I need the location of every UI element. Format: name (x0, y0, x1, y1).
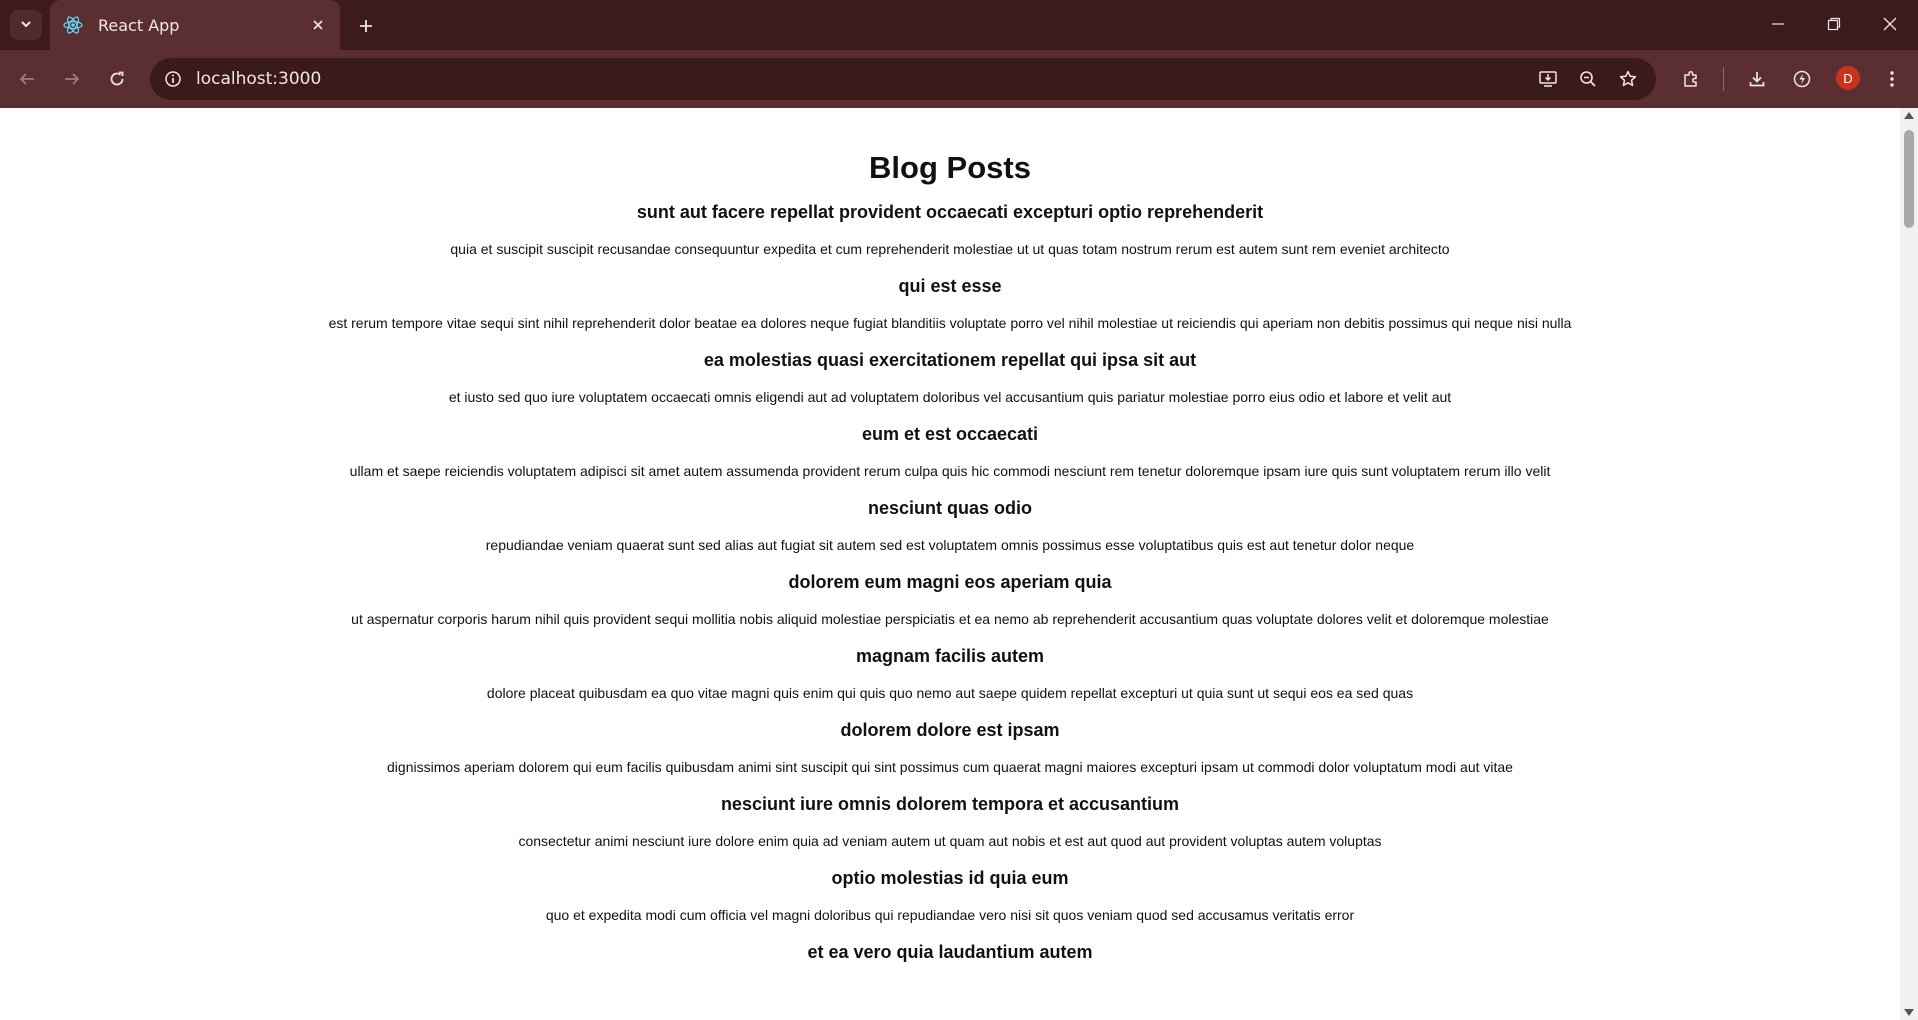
blog-post: eum et est occaecati ullam et saepe reici… (0, 423, 1900, 480)
scroll-thumb[interactable] (1904, 130, 1914, 228)
zoom-out-icon[interactable] (1575, 66, 1601, 92)
scroll-up-arrow[interactable] (1904, 112, 1914, 119)
post-title: sunt aut facere repellat provident occae… (636, 202, 1264, 222)
blog-post: et ea vero quia laudantium autem (0, 941, 1900, 963)
puzzle-icon (1684, 70, 1697, 87)
post-body: ut aspernatur corporis harum nihil quis … (351, 611, 1549, 627)
post-list: sunt aut facere repellat provident occae… (0, 201, 1900, 963)
tab-close-button[interactable] (306, 13, 330, 37)
post-title: qui est esse (898, 276, 1002, 296)
url-text: localhost:3000 (196, 69, 322, 89)
minimize-button[interactable] (1758, 8, 1798, 40)
tab-react-app[interactable]: React App (50, 0, 340, 50)
blog-post: ea molestias quasi exercitationem repell… (0, 349, 1900, 406)
post-title: dolorem dolore est ipsam (840, 720, 1060, 740)
scroll-down-arrow[interactable] (1904, 1009, 1914, 1016)
post-body: repudiandae veniam quaerat sunt sed alia… (485, 537, 1415, 553)
address-bar[interactable]: localhost:3000 (150, 58, 1656, 100)
post-title: eum et est occaecati (861, 424, 1039, 444)
more-vertical-icon (1890, 71, 1894, 87)
blog-post: sunt aut facere repellat provident occae… (0, 201, 1900, 258)
profile-avatar[interactable]: D (1836, 66, 1860, 90)
post-body: dignissimos aperiam dolorem qui eum faci… (387, 759, 1513, 775)
minimize-icon (1772, 23, 1784, 25)
plus-icon (360, 20, 372, 32)
react-logo-icon (62, 14, 84, 36)
reload-icon (110, 71, 124, 86)
post-title: nesciunt quas odio (867, 498, 1032, 518)
reload-button[interactable] (102, 64, 132, 94)
toolbar-divider (1723, 67, 1724, 91)
new-tab-button[interactable] (352, 12, 380, 40)
tab-list-button[interactable] (10, 10, 42, 40)
star-icon[interactable] (1615, 66, 1641, 92)
forward-button[interactable] (57, 64, 87, 94)
blog-post: magnam facilis autem dolore placeat quibu… (0, 645, 1900, 702)
restore-button[interactable] (1814, 8, 1854, 40)
page-viewport: Blog Posts sunt aut facere repellat prov… (0, 108, 1900, 1020)
post-body: dolore placeat quibusdam ea quo vitae ma… (486, 685, 1414, 701)
post-body: est rerum tempore vitae sequi sint nihil… (328, 315, 1572, 331)
vertical-scrollbar[interactable] (1900, 108, 1918, 1020)
blog-post: nesciunt iure omnis dolorem tempora et a… (0, 793, 1900, 850)
blog-post: dolorem eum magni eos aperiam quia ut asp… (0, 571, 1900, 628)
blog-post: dolorem dolore est ipsam dignissimos aper… (0, 719, 1900, 776)
back-button[interactable] (12, 64, 42, 94)
post-title: magnam facilis autem (855, 646, 1045, 666)
post-body: ullam et saepe reiciendis voluptatem adi… (349, 463, 1551, 479)
browser-toolbar: localhost:3000 (0, 50, 1918, 108)
post-body: et iusto sed quo iure voluptatem occaeca… (448, 389, 1452, 405)
close-window-button[interactable] (1870, 8, 1910, 40)
site-info-icon[interactable] (160, 66, 186, 92)
post-title: optio molestias id quia eum (831, 868, 1069, 888)
post-title: nesciunt iure omnis dolorem tempora et a… (720, 794, 1180, 814)
blog-post: qui est esse est rerum tempore vitae sequ… (0, 275, 1900, 332)
chevron-down-icon (19, 16, 33, 35)
tab-title: React App (98, 15, 180, 35)
back-arrow-icon (19, 73, 34, 85)
page-title: Blog Posts (869, 150, 1031, 185)
performance-button[interactable] (1787, 64, 1817, 94)
restore-icon (1827, 17, 1841, 31)
post-title: dolorem eum magni eos aperiam quia (788, 572, 1112, 592)
menu-button[interactable] (1877, 64, 1907, 94)
close-icon (1883, 17, 1897, 31)
blog-posts-container: Blog Posts sunt aut facere repellat prov… (0, 108, 1900, 963)
blog-post: nesciunt quas odio repudiandae veniam qua… (0, 497, 1900, 554)
install-app-icon[interactable] (1535, 66, 1561, 92)
forward-arrow-icon (65, 73, 80, 85)
post-title: et ea vero quia laudantium autem (807, 942, 1093, 962)
browser-title-bar: React App (0, 0, 1918, 50)
post-body: consectetur animi nesciunt iure dolore e… (518, 833, 1382, 849)
extensions-button[interactable] (1676, 64, 1706, 94)
downloads-button[interactable] (1742, 64, 1772, 94)
post-body: quo et expedita modi cum officia vel mag… (545, 907, 1355, 923)
performance-icon (1793, 70, 1811, 88)
blog-post: optio molestias id quia eum quo et expedi… (0, 867, 1900, 924)
close-icon (313, 20, 323, 30)
download-icon (1749, 72, 1765, 87)
post-title: ea molestias quasi exercitationem repell… (703, 350, 1197, 370)
post-body: quia et suscipit suscipit recusandae con… (450, 241, 1450, 257)
